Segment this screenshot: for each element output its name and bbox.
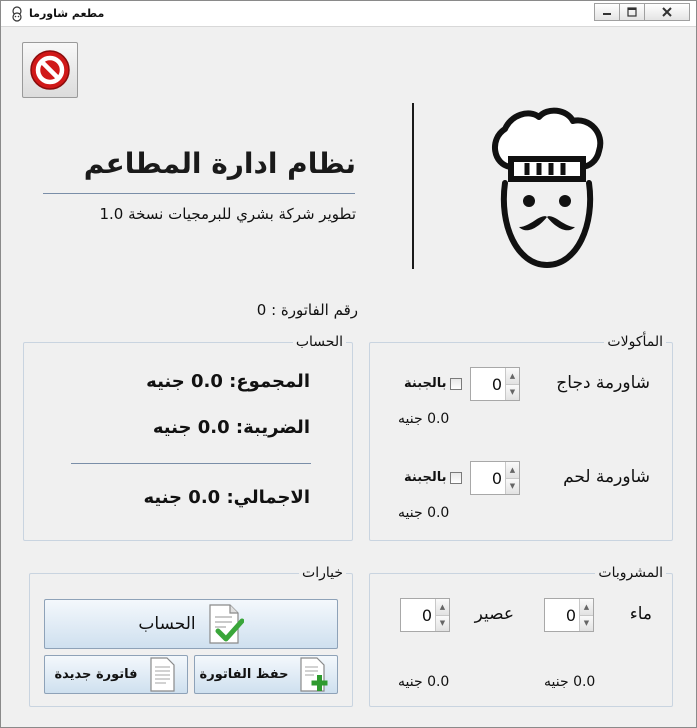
calculate-button-label: الحساب — [138, 614, 196, 634]
close-window-button[interactable] — [644, 3, 690, 21]
meat-cheese-label: بالجبنة — [404, 470, 447, 485]
document-check-icon — [209, 604, 244, 644]
chevron-down-icon[interactable]: ▼ — [436, 614, 449, 631]
juice-quantity-stepper[interactable]: 0 ▲ ▼ — [400, 598, 450, 632]
page-title: نظام ادارة المطاعم — [83, 147, 356, 180]
drinks-group-title: المشروبات — [595, 565, 666, 581]
juice-price: 0.0 جنيه — [398, 674, 450, 690]
close-icon — [662, 7, 672, 17]
meat-shawarma-label: شاورمة لحم — [563, 467, 650, 487]
account-group: الحساب المجموع: 0.0 جنيه الضريبة: 0.0 جن… — [23, 334, 353, 541]
title-bar[interactable]: مطعم شاورما — [1, 1, 696, 27]
water-price: 0.0 جنيه — [544, 674, 596, 690]
chevron-down-icon[interactable]: ▼ — [506, 383, 519, 400]
checkbox-box[interactable] — [449, 471, 462, 484]
chicken-shawarma-quantity-value[interactable]: 0 — [471, 368, 505, 400]
water-quantity-stepper[interactable]: 0 ▲ ▼ — [544, 598, 594, 632]
maximize-button[interactable] — [619, 3, 645, 21]
stepper-arrows: ▲ ▼ — [435, 599, 449, 631]
calculate-button[interactable]: الحساب — [44, 599, 338, 649]
minimize-icon — [603, 13, 611, 15]
chevron-down-icon[interactable]: ▼ — [506, 477, 519, 494]
food-group-title: المأكولات — [604, 334, 666, 350]
chicken-shawarma-label: شاورمة دجاج — [556, 373, 650, 393]
chef-icon — [492, 107, 604, 269]
chevron-down-icon[interactable]: ▼ — [580, 614, 593, 631]
meat-cheese-checkbox[interactable]: بالجبنة — [404, 470, 462, 485]
chicken-shawarma-price: 0.0 جنيه — [398, 411, 450, 427]
document-icon — [149, 656, 175, 692]
vertical-divider — [412, 103, 414, 269]
chevron-up-icon[interactable]: ▲ — [506, 462, 519, 478]
save-invoice-label: حفظ الفاتورة — [199, 667, 289, 682]
minimize-button[interactable] — [594, 3, 620, 21]
no-entry-icon — [30, 50, 70, 90]
window-title: مطعم شاورما — [29, 7, 105, 20]
meat-shawarma-price: 0.0 جنيه — [398, 505, 450, 521]
chevron-up-icon[interactable]: ▲ — [506, 368, 519, 384]
save-invoice-button[interactable]: حفظ الفاتورة — [194, 655, 338, 694]
total-label: الاجمالي: 0.0 جنيه — [143, 487, 310, 508]
food-group: المأكولات شاورمة دجاج 0 ▲ ▼ بالجبنة 0.0 … — [369, 334, 673, 541]
checkbox-box[interactable] — [449, 377, 462, 390]
meat-shawarma-quantity-stepper[interactable]: 0 ▲ ▼ — [470, 461, 520, 495]
chef-app-icon — [12, 6, 22, 22]
totals-divider — [71, 463, 311, 464]
subtotal-label: المجموع: 0.0 جنيه — [146, 371, 310, 392]
water-label: ماء — [629, 604, 652, 624]
page-subtitle: تطوير شركة بشري للبرمجيات نسخة 1.0 — [99, 205, 356, 223]
chicken-cheese-label: بالجبنة — [404, 376, 447, 391]
new-invoice-label: فاتورة جديدة — [54, 667, 138, 682]
chevron-up-icon[interactable]: ▲ — [436, 599, 449, 615]
drinks-group: المشروبات ماء 0 ▲ ▼ 0.0 جنيه عصير 0 ▲ ▼ … — [369, 565, 673, 707]
chicken-cheese-checkbox[interactable]: بالجبنة — [404, 376, 462, 391]
maximize-icon — [627, 7, 637, 17]
meat-shawarma-quantity-value[interactable]: 0 — [471, 462, 505, 494]
juice-label: عصير — [474, 604, 514, 624]
options-group-title: خيارات — [299, 565, 346, 581]
title-divider — [43, 193, 355, 194]
tax-label: الضريبة: 0.0 جنيه — [152, 417, 310, 438]
exit-button[interactable] — [22, 42, 78, 98]
chevron-up-icon[interactable]: ▲ — [580, 599, 593, 615]
options-group: خيارات الحساب حفظ الفاتورة فاتورة جديدة — [29, 565, 353, 707]
invoice-number-label: رقم الفاتورة : 0 — [256, 301, 358, 319]
document-add-icon — [300, 656, 328, 692]
chicken-shawarma-quantity-stepper[interactable]: 0 ▲ ▼ — [470, 367, 520, 401]
stepper-arrows: ▲ ▼ — [505, 462, 519, 494]
stepper-arrows: ▲ ▼ — [505, 368, 519, 400]
water-quantity-value[interactable]: 0 — [545, 599, 579, 631]
stepper-arrows: ▲ ▼ — [579, 599, 593, 631]
account-group-title: الحساب — [292, 334, 346, 350]
app-window: مطعم شاورما نظام ادارة المطاعم تطوير شرك… — [0, 0, 697, 728]
window-controls — [594, 3, 690, 21]
new-invoice-button[interactable]: فاتورة جديدة — [44, 655, 188, 694]
juice-quantity-value[interactable]: 0 — [401, 599, 435, 631]
